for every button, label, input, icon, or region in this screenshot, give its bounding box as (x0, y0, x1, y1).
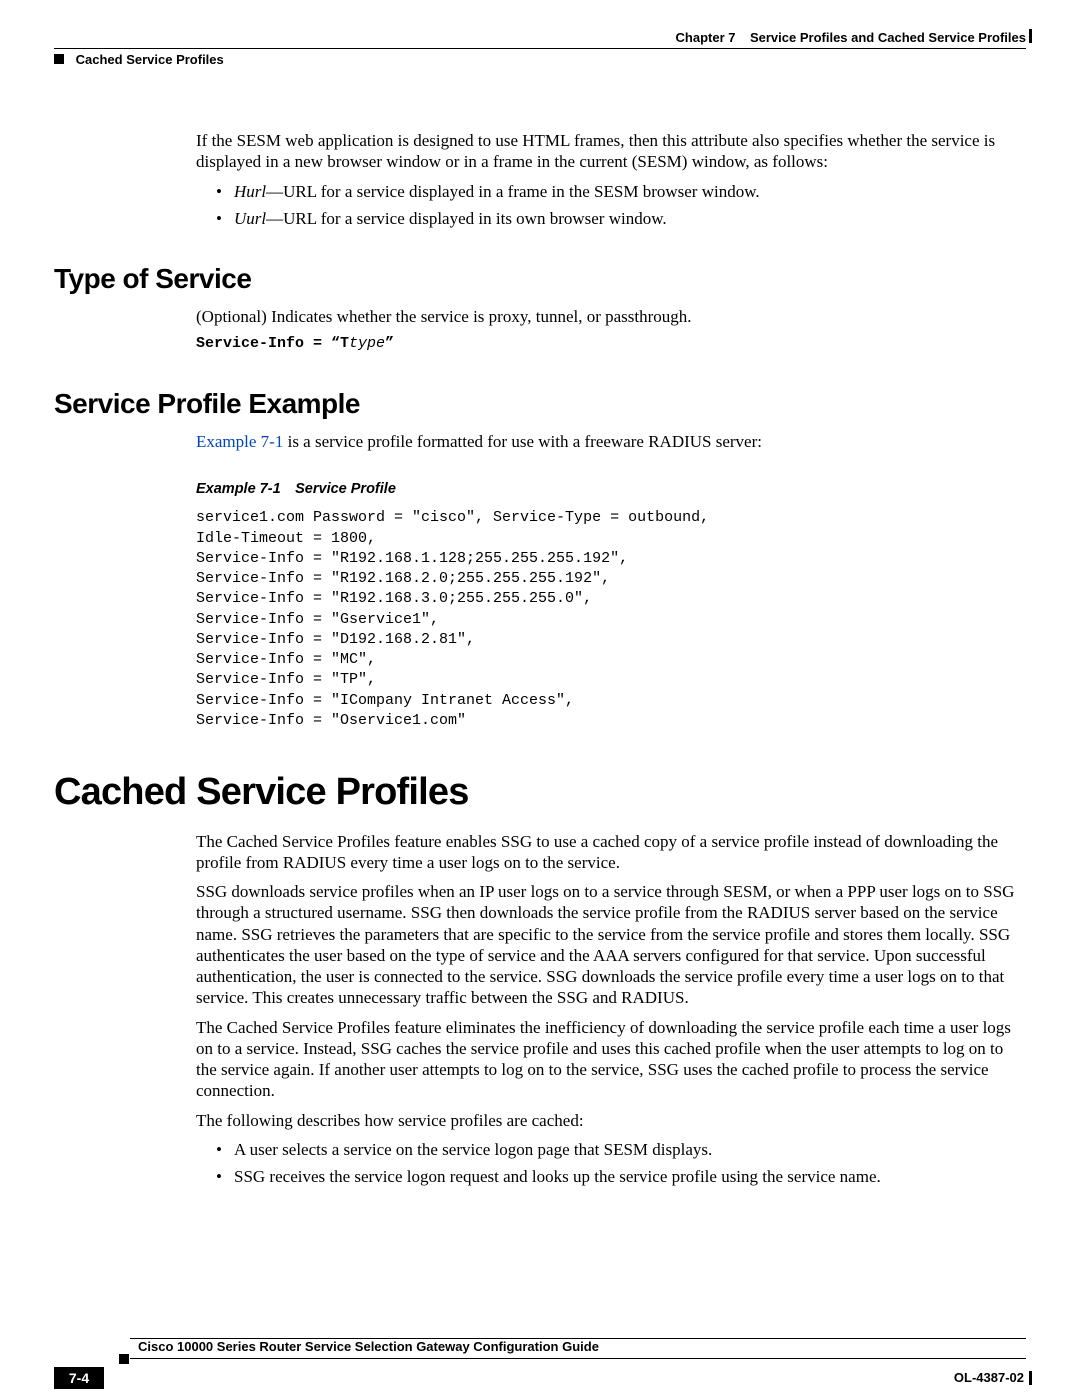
footer-page-number: 7-4 (54, 1367, 104, 1389)
header-rule (54, 48, 1026, 49)
footer-square-icon (119, 1354, 129, 1364)
chapter-label: Chapter 7 (676, 30, 736, 45)
list-item: Hurl—URL for a service displayed in a fr… (216, 181, 1026, 202)
example-caption: Example 7-1 Service Profile (196, 480, 1026, 498)
service-profile-code: service1.com Password = "cisco", Service… (196, 508, 1026, 731)
example-intro-rest: is a service profile formatted for use w… (283, 432, 762, 451)
footer-right-bar (1029, 1371, 1032, 1385)
footer-book-title: Cisco 10000 Series Router Service Select… (138, 1339, 599, 1354)
section-heading-cached-service-profiles: Cached Service Profiles (54, 769, 1026, 817)
list-term: Hurl (234, 182, 266, 201)
section-heading-type-of-service: Type of Service (54, 261, 1026, 296)
example-link[interactable]: Example 7-1 (196, 432, 283, 451)
cached-p4: The following describes how service prof… (196, 1110, 1026, 1131)
code-prefix: Service-Info = “T (196, 335, 349, 352)
example-intro: Example 7-1 is a service profile formatt… (196, 431, 1026, 452)
list-text: A user selects a service on the service … (234, 1140, 712, 1159)
code-var: type (349, 335, 385, 352)
type-of-service-paragraph: (Optional) Indicates whether the service… (196, 306, 1026, 327)
list-term: Uurl (234, 209, 266, 228)
header-right-bar (1029, 29, 1032, 43)
header-right: Chapter 7 Service Profiles and Cached Se… (676, 30, 1026, 45)
code-suffix: ” (385, 335, 394, 352)
header-left: Cached Service Profiles (54, 52, 224, 67)
cached-list: A user selects a service on the service … (216, 1139, 1026, 1188)
cached-p2: SSG downloads service profiles when an I… (196, 881, 1026, 1009)
list-item: A user selects a service on the service … (216, 1139, 1026, 1160)
footer-rule-bottom (130, 1358, 1026, 1359)
section-heading-service-profile-example: Service Profile Example (54, 386, 1026, 421)
list-item: SSG receives the service logon request a… (216, 1166, 1026, 1187)
cached-p3: The Cached Service Profiles feature elim… (196, 1017, 1026, 1102)
list-item: Uurl—URL for a service displayed in its … (216, 208, 1026, 229)
header-section: Cached Service Profiles (76, 52, 224, 67)
chapter-title: Service Profiles and Cached Service Prof… (750, 30, 1026, 45)
list-text: —URL for a service displayed in its own … (266, 209, 667, 228)
type-of-service-syntax: Service-Info = “Ttype” (196, 335, 1026, 354)
list-text: —URL for a service displayed in a frame … (266, 182, 760, 201)
intro-paragraph: If the SESM web application is designed … (196, 130, 1026, 173)
intro-list: Hurl—URL for a service displayed in a fr… (216, 181, 1026, 230)
cached-p1: The Cached Service Profiles feature enab… (196, 831, 1026, 874)
list-text: SSG receives the service logon request a… (234, 1167, 881, 1186)
footer-doc-number: OL-4387-02 (954, 1370, 1024, 1385)
header-square-icon (54, 54, 64, 64)
